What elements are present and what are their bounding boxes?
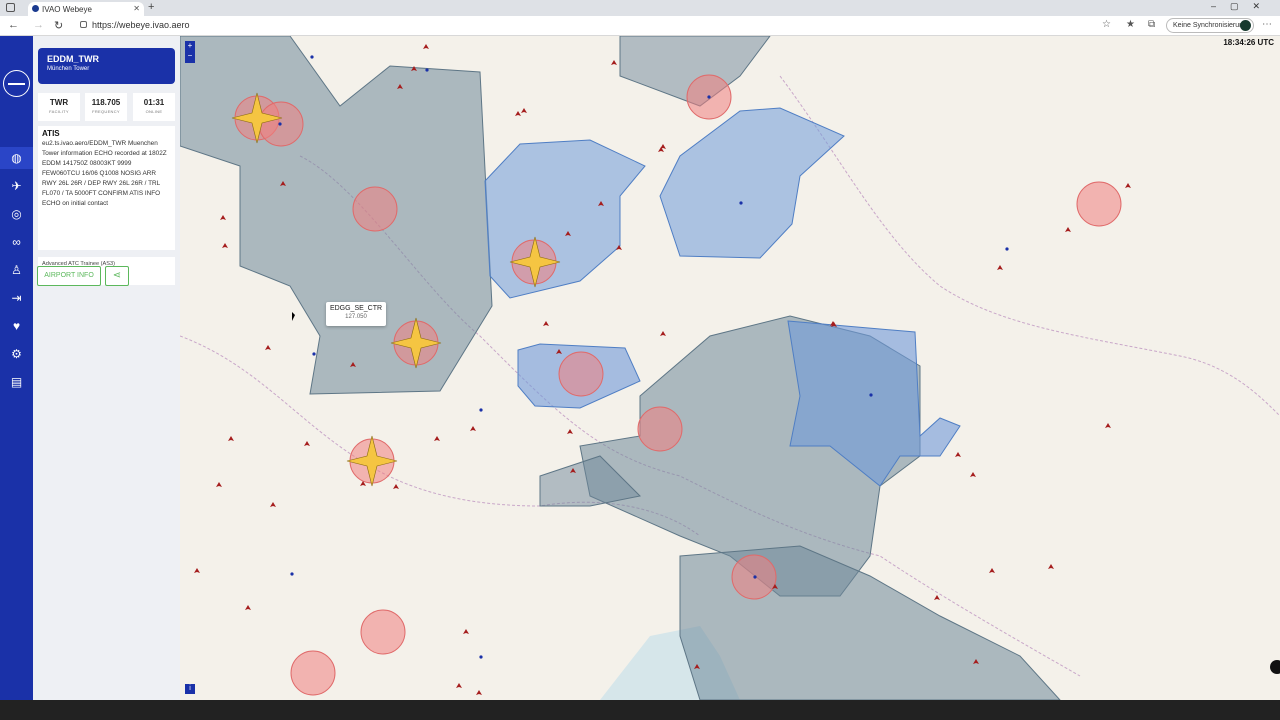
sync-button[interactable]: Keine Synchronisierung <box>1166 18 1254 33</box>
online-value: 01:31 <box>143 98 165 107</box>
atis-text: eu2.ts.ivao.aero/EDDM_TWR Muenchen Tower… <box>42 140 167 207</box>
station-panel: EDDM_TWR München Tower TWR FACILITY 118.… <box>33 36 180 700</box>
map-canvas[interactable] <box>180 36 1280 700</box>
favorites-icon[interactable]: ★ <box>1126 19 1135 30</box>
zoom-controls[interactable]: + − <box>185 41 195 63</box>
browser-tab-bar: IVAO Webeye ✕ + –▢✕ <box>0 0 1280 16</box>
taskbar-strip <box>0 700 1280 720</box>
airport-info-button[interactable]: AIRPORT INFO <box>37 266 101 286</box>
window-controls[interactable]: –▢✕ <box>1211 1 1274 12</box>
atis-box: ATIS eu2.ts.ivao.aero/EDDM_TWR Muenchen … <box>38 126 175 250</box>
address-bar-row: ← → ↻ https://webeye.ivao.aero ☆ ★ ⧉ Kei… <box>0 16 1280 36</box>
reload-icon[interactable]: ↻ <box>54 19 63 32</box>
settings-icon[interactable]: ⚙ <box>0 343 33 365</box>
sync-label: Keine Synchronisierung <box>1173 22 1247 29</box>
atis-title: ATIS <box>42 129 60 138</box>
ivao-logo[interactable] <box>3 70 30 97</box>
ivao-favicon-icon <box>32 5 39 12</box>
new-tab-button[interactable]: + <box>148 1 154 13</box>
observer-icon[interactable]: ∞ <box>0 231 33 253</box>
mouse-cursor <box>292 312 295 321</box>
sector-blue-frankfurt[interactable] <box>484 139 646 299</box>
chat-icon[interactable]: ▤ <box>0 371 33 393</box>
more-menu-icon[interactable]: ⋯ <box>1262 19 1272 30</box>
online-label: ONLINE <box>145 109 163 114</box>
url-text: https://webeye.ivao.aero <box>92 20 190 30</box>
login-icon[interactable]: ⇥ <box>0 287 33 309</box>
utc-clock: 18:34:26 UTC <box>1223 38 1274 47</box>
atc-icon[interactable]: ◎ <box>0 203 33 225</box>
url-field[interactable]: https://webeye.ivao.aero <box>78 18 1098 33</box>
online-stat: 01:31 ONLINE <box>133 93 175 121</box>
station-callsign: EDDM_TWR <box>47 54 99 64</box>
share-button[interactable]: ⋖ <box>105 266 129 286</box>
tooltip-callsign: EDGG_SE_CTR <box>329 305 383 312</box>
sector-tooltip: EDGG_SE_CTR 127.050 <box>326 302 386 326</box>
sector-grey-west[interactable] <box>180 36 493 395</box>
pilot-icon[interactable]: ♙ <box>0 259 33 281</box>
map-view[interactable]: + − 18:34:26 UTC EDGG_SE_CTR 127.050 i <box>180 36 1280 700</box>
tab-sidebar-icon[interactable] <box>6 3 15 12</box>
flights-icon[interactable]: ✈ <box>0 175 33 197</box>
station-header: EDDM_TWR München Tower <box>38 48 175 84</box>
health-icon[interactable]: ♥ <box>0 315 33 337</box>
zoom-out-button[interactable]: − <box>185 51 195 61</box>
frequency-value: 118.705 <box>91 98 121 107</box>
share-icon: ⋖ <box>112 270 122 281</box>
station-stats: TWR FACILITY 118.705 FREQUENCY 01:31 ONL… <box>38 93 175 121</box>
lock-icon <box>80 21 87 28</box>
facility-value: TWR <box>49 98 69 107</box>
map-info-button[interactable]: i <box>185 684 195 694</box>
tooltip-frequency: 127.050 <box>345 314 367 320</box>
zoom-in-button[interactable]: + <box>185 41 195 51</box>
station-name: München Tower <box>47 66 90 72</box>
close-tab-icon[interactable]: ✕ <box>133 4 140 13</box>
map-chat-icon[interactable] <box>1270 660 1280 674</box>
sector-blue-prague[interactable] <box>659 107 845 259</box>
browser-tab[interactable]: IVAO Webeye ✕ <box>28 2 144 16</box>
frequency-stat: 118.705 FREQUENCY <box>85 93 127 121</box>
collections-icon[interactable]: ⧉ <box>1148 19 1155 30</box>
forward-icon[interactable]: → <box>33 19 44 31</box>
read-aloud-icon[interactable]: ☆ <box>1102 19 1111 30</box>
app-nav-rail: ◍ ✈ ◎ ∞ ♙ ⇥ ♥ ⚙ ▤ <box>0 36 33 700</box>
tab-title: IVAO Webeye <box>42 5 92 14</box>
facility-stat: TWR FACILITY <box>38 93 80 121</box>
facility-label: FACILITY <box>49 109 69 114</box>
back-icon[interactable]: ← <box>8 19 19 31</box>
globe-icon[interactable]: ◍ <box>0 147 33 169</box>
frequency-label: FREQUENCY <box>92 109 120 114</box>
profile-avatar[interactable] <box>1240 20 1251 31</box>
